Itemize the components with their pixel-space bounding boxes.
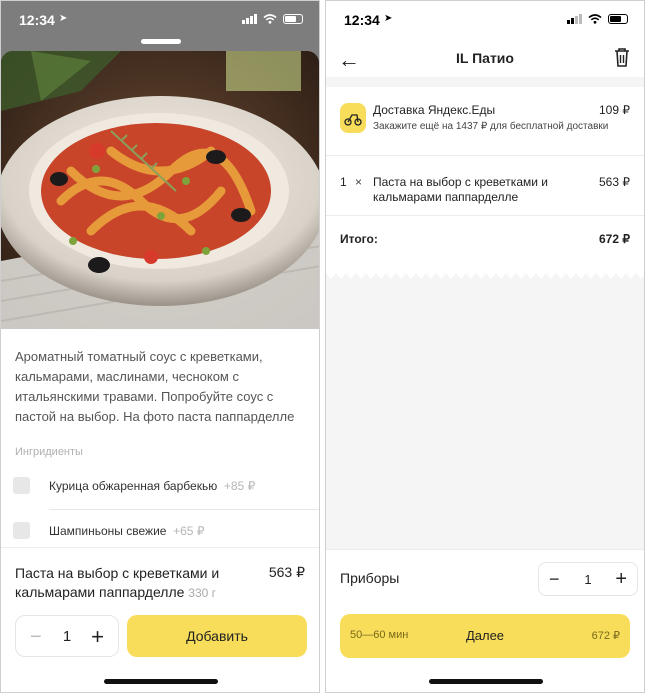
order-sum: 672 ₽ xyxy=(591,630,620,642)
status-bar: 12:34 ➤ xyxy=(326,1,644,41)
status-time: 12:34 xyxy=(344,12,380,28)
delivery-price: 109 ₽ xyxy=(599,103,630,117)
quantity-stepper: − 1 + xyxy=(15,615,119,657)
cart-screen: 12:34 ➤ ← IL Патио Доставка Яндекс.Еды З… xyxy=(325,0,645,693)
product-sheet: Ароматный томатный соус с креветками, ка… xyxy=(1,51,319,692)
status-time: 12:34 xyxy=(19,12,55,28)
order-summary: Доставка Яндекс.Еды Закажите ещё на 1437… xyxy=(326,87,644,273)
cutlery-label: Приборы xyxy=(340,570,400,586)
battery-icon xyxy=(283,14,303,24)
cutlery-stepper: − 1 + xyxy=(538,562,638,596)
plus-icon[interactable]: + xyxy=(615,568,627,591)
restaurant-title: IL Патио xyxy=(456,50,514,66)
item-quantity: 1 xyxy=(340,175,347,189)
ingredient-price: +85 ₽ xyxy=(223,479,256,493)
product-screen: 12:34 ➤ Ароматный томатный соус с кревет… xyxy=(0,0,320,693)
delivery-title: Доставка Яндекс.Еды xyxy=(373,103,496,117)
divider xyxy=(326,215,644,216)
location-arrow-icon: ➤ xyxy=(59,13,68,24)
ingredient-row[interactable]: Курица обжаренная барбекью +85 ₽ xyxy=(1,464,319,508)
ingredient-checkbox[interactable] xyxy=(13,477,30,494)
signal-icon xyxy=(242,14,257,24)
receipt-edge xyxy=(326,273,644,279)
next-button-label: Далее xyxy=(465,628,505,643)
wifi-icon xyxy=(588,14,602,24)
product-footer: Паста на выбор с креветками и кальмарами… xyxy=(1,547,319,692)
add-button[interactable]: Добавить xyxy=(127,615,307,657)
ingredients-title: Ингридиенты xyxy=(15,446,83,458)
product-weight: 330 г xyxy=(188,586,217,600)
signal-icon xyxy=(567,14,582,24)
product-description: Ароматный томатный соус с креветками, ка… xyxy=(15,349,295,424)
status-bar: 12:34 ➤ xyxy=(1,1,319,41)
total-value: 672 ₽ xyxy=(599,232,630,246)
ingredient-checkbox[interactable] xyxy=(13,522,30,539)
home-indicator xyxy=(429,679,543,684)
location-arrow-icon: ➤ xyxy=(384,13,393,24)
checkout-panel: Приборы − 1 + 50—60 мин Далее 672 ₽ xyxy=(326,549,644,692)
divider xyxy=(326,155,644,156)
ingredient-name: Курица обжаренная барбекью xyxy=(49,479,218,493)
pasta-image xyxy=(1,51,319,329)
item-name[interactable]: Паста на выбор с креветками и кальмарами… xyxy=(373,175,563,205)
trash-icon[interactable] xyxy=(614,47,630,67)
plus-icon[interactable]: + xyxy=(91,624,104,650)
delivery-note: Закажите ещё на 1437 ₽ для бесплатной до… xyxy=(373,121,609,132)
item-price: 563 ₽ xyxy=(599,175,630,189)
scooter-icon xyxy=(340,103,366,133)
sheet-handle[interactable] xyxy=(141,39,181,44)
ingredient-name: Шампиньоны свежие xyxy=(49,524,167,538)
next-button[interactable]: 50—60 мин Далее 672 ₽ xyxy=(340,614,630,658)
wifi-icon xyxy=(263,14,277,24)
battery-icon xyxy=(608,14,628,24)
ingredient-price: +65 ₽ xyxy=(173,524,205,538)
product-price: 563 ₽ xyxy=(268,564,305,580)
item-times: × xyxy=(355,175,363,189)
total-label: Итого: xyxy=(340,232,378,246)
food-photo xyxy=(1,51,319,329)
home-indicator xyxy=(104,679,218,684)
nav-bar: ← IL Патио xyxy=(326,41,644,77)
